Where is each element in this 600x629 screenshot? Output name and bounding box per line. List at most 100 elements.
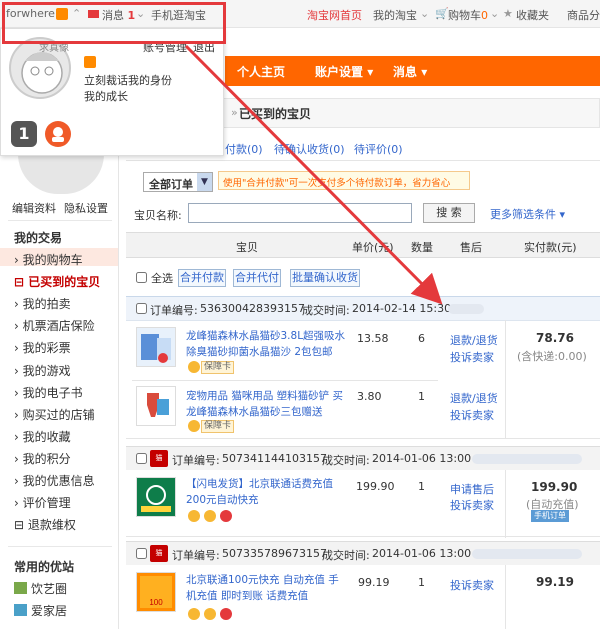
order-total: 78.76 [536,331,574,345]
divider [126,536,600,537]
sidebar-border [118,150,119,629]
order-checkbox[interactable] [136,303,147,314]
svg-text:100: 100 [149,598,163,607]
order-number-label: 订单编号: [172,454,220,467]
product-thumbnail[interactable] [136,477,176,517]
order-time-label: 成交时间: [322,549,370,562]
sidebar-item-0[interactable]: › 我的购物车 [14,251,83,268]
after-sale-link[interactable]: 申请售后 [450,481,494,497]
order-filter-select[interactable]: 全部订单 ▼ [143,172,213,192]
product-thumbnail[interactable] [136,386,176,426]
badge-icon [204,510,216,522]
select-all-checkbox[interactable] [136,272,147,283]
order-time: 2014-01-06 13:00 [372,547,472,560]
search-label: 宝贝名称: [134,209,182,222]
table-header: 宝贝 单价(元) 数量 售后 实付款(元) [126,232,600,258]
merge-pay-button[interactable]: 合并付款 [178,269,226,287]
product-title[interactable]: 龙峰猫森林水晶猫砂3.8L超强吸水除臭猫砂抑菌水晶猫沙 2包包邮 [186,328,346,360]
batch-confirm-button[interactable]: 批量确认收货 [290,269,360,287]
sidebar-item-3[interactable]: › 机票酒店保险 [14,317,95,334]
sidebar-item-10[interactable]: › 我的优惠信息 [14,472,95,489]
order-checkbox[interactable] [136,453,147,464]
nav-settings[interactable]: 账户设置 ▾ [315,63,373,80]
col-item: 宝贝 [236,241,258,254]
mobile-order-button[interactable]: 手机订单 [531,510,569,522]
user-popup: 求真像 账号管理 退出 立刻裁话我的身份 我的成长 1 [0,28,224,156]
nav-home[interactable]: 个人主页 [237,63,285,80]
guarantee-badge[interactable]: 保障卡 [201,420,235,433]
order-time-label: 成交时间: [322,454,370,467]
site-icon [14,582,27,594]
divider [505,470,506,538]
nav-messages[interactable]: 消息 ▾ [393,63,427,80]
product-thumbnail[interactable] [136,327,176,367]
order-number: 507341144103157 [222,452,327,465]
level-badge[interactable]: 1 [11,121,37,147]
complain-link[interactable]: 投诉卖家 [450,497,494,513]
complain-link[interactable]: 投诉卖家 [450,407,494,423]
blurred-shop-name [472,454,582,464]
merge-proxy-button[interactable]: 合并代付 [233,269,281,287]
search-button[interactable]: 搜 索 [423,203,475,223]
quantity: 6 [418,332,425,345]
order-header: 猫 订单编号: 507341144103157 成交时间: 2014-01-06… [126,446,600,470]
sidebar-item-11[interactable]: › 评价管理 [14,494,71,511]
sidebar-item-5[interactable]: › 我的游戏 [14,362,71,379]
complain-link[interactable]: 投诉卖家 [450,577,494,593]
refund-link[interactable]: 退款/退货 [450,390,498,406]
seller-link[interactable]: 商品分 [567,7,600,23]
sidebar-item-7[interactable]: › 购买过的店铺 [14,406,95,423]
favorites-link[interactable]: 收藏夹 [516,7,549,23]
chevron-down-icon[interactable]: ⌄ [420,7,429,20]
select-all-label[interactable]: 全选 [151,270,173,286]
refund-link[interactable]: 退款/退货 [450,332,498,348]
shipping-note: (含快递:0.00) [517,350,587,363]
quantity: 1 [418,576,425,589]
blurred-shop-name [472,549,582,559]
tab-pending-receipt[interactable]: 待确认收货(0) [274,141,345,157]
avatar-large[interactable] [18,152,104,194]
more-filters-link[interactable]: 更多筛选条件 ▾ [490,206,565,222]
merge-payment-tip: 使用"合并付款"可一次支付多个待付款订单，省力省心 [218,171,470,190]
badge-icon [220,608,232,620]
taobao-home-link[interactable]: 淘宝网首页 [307,7,362,23]
order-header: 订单编号: 536300428393157 成交时间: 2014-02-14 1… [126,296,600,320]
order-time: 2014-01-06 13:00 [372,452,472,465]
sidebar-site-2[interactable]: 爱家居 [31,602,67,619]
product-title[interactable]: 宠物用品 猫咪用品 塑料猫砂铲 买龙峰猫森林水晶猫砂三包赠送 [186,388,346,420]
tab-pending-payment[interactable]: 付款(0) [225,141,263,157]
tab-pending-review[interactable]: 待评价(0) [354,141,403,157]
sidebar-item-9[interactable]: › 我的积分 [14,450,71,467]
cart-link[interactable]: 购物车0 [448,7,488,23]
order-filter-value: 全部订单 [149,178,193,191]
order-checkbox[interactable] [136,548,147,559]
tmall-icon: 猫 [150,545,168,562]
complain-link[interactable]: 投诉卖家 [450,349,494,365]
divider [132,380,438,381]
page-title: 已买到的宝贝 [239,107,312,121]
growth-badge-icon[interactable] [45,121,71,147]
sidebar-item-8[interactable]: › 我的收藏 [14,428,71,445]
product-title[interactable]: 【闪电发货】北京联通话费充值200元自动快充 [186,476,346,508]
divider [126,320,600,321]
sidebar-item-1[interactable]: ⊟ 已买到的宝贝 [14,273,100,290]
promo-line-2[interactable]: 我的成长 [84,88,128,104]
order-number: 507335789673157 [222,547,327,560]
order-total: 99.19 [536,575,574,589]
item-search-input[interactable] [188,203,412,223]
sidebar-item-2[interactable]: › 我的拍卖 [14,295,71,312]
promo-line-1[interactable]: 立刻裁话我的身份 [84,72,172,88]
order-total: 199.90 [531,480,578,494]
sidebar-item-12[interactable]: ⊟ 退款维权 [14,516,76,533]
chevron-down-icon[interactable]: ⌄ [490,7,499,20]
product-title[interactable]: 北京联通100元快充 自动充值 手机充值 即时到账 话费充值 [186,572,346,604]
privacy-settings-link[interactable]: 隐私设置 [64,200,108,216]
sidebar-item-4[interactable]: › 我的彩票 [14,339,71,356]
guarantee-badge[interactable]: 保障卡 [201,361,235,374]
product-thumbnail[interactable]: 100 [136,572,176,612]
sidebar-item-6[interactable]: › 我的电子书 [14,384,83,401]
edit-profile-link[interactable]: 编辑资料 [12,200,56,216]
my-taobao-link[interactable]: 我的淘宝 [373,7,417,23]
sidebar-site-1[interactable]: 饮艺圈 [31,580,67,597]
divider [8,220,112,221]
